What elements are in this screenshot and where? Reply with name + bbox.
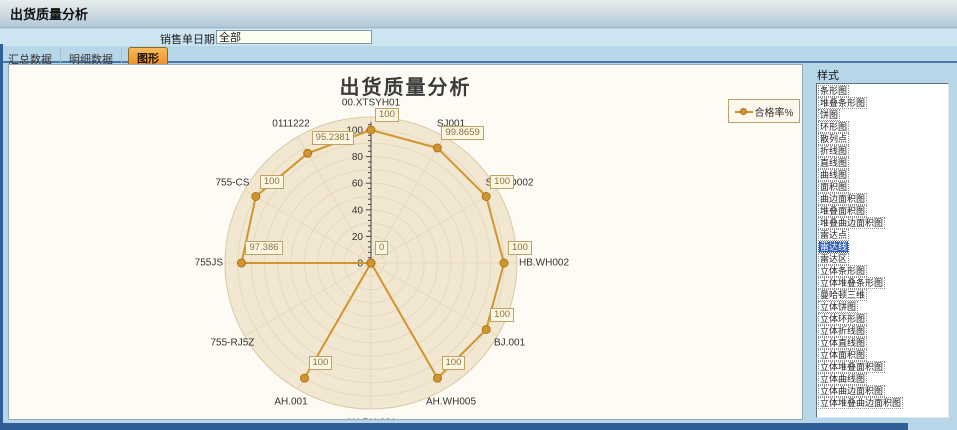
data-point: [304, 149, 312, 157]
style-list-item[interactable]: 立体堆叠条形图: [818, 277, 948, 289]
chart-style-listbox[interactable]: 条形图堆叠条形图饼图环形图散列点折线图直线图曲线图面积图曲边面积图堆叠面积图堆叠…: [816, 83, 949, 418]
style-list-item[interactable]: 饼图: [818, 109, 948, 121]
category-label: 755-RJ5Z: [210, 338, 254, 349]
window-bottom-border: [0, 423, 908, 430]
page-title: 出货质量分析: [10, 4, 88, 23]
style-list-item[interactable]: 立体条形图: [818, 265, 948, 277]
tab-summary-data[interactable]: 汇总数据: [0, 49, 61, 64]
tab-graph[interactable]: 图形: [128, 47, 168, 64]
style-list-item[interactable]: 立体饼图: [818, 301, 948, 313]
style-list-item[interactable]: 立体曲边面积图: [818, 385, 948, 397]
value-label: 100: [442, 356, 466, 370]
value-label: 100: [375, 108, 399, 122]
legend-line-dot-icon: [735, 108, 753, 115]
chart-title: 出货质量分析: [9, 71, 802, 100]
style-list-item[interactable]: 堆叠条形图: [818, 97, 948, 109]
data-point: [482, 326, 490, 334]
style-panel-title: 样式: [817, 67, 839, 83]
value-label: 97.386: [245, 241, 282, 255]
filter-bar: 销售单日期: [0, 29, 957, 46]
chart-panel: 020406080100 出货质量分析 合格率% 00.XTSYH01SJ001…: [8, 64, 803, 420]
style-list-item[interactable]: 面积图: [818, 181, 948, 193]
style-list-item[interactable]: 雷达线: [818, 241, 948, 253]
data-point: [367, 126, 375, 134]
value-label: 100: [260, 175, 284, 189]
data-point: [482, 193, 490, 201]
category-label: AH.RH.001: [346, 418, 397, 421]
style-list-item[interactable]: 环形图: [818, 121, 948, 133]
window-titlebar: 出货质量分析: [0, 0, 957, 28]
value-label: 100: [508, 241, 532, 255]
value-label: 99.8659: [441, 126, 483, 140]
style-list-item[interactable]: 立体堆叠面积图: [818, 361, 948, 373]
style-list-item[interactable]: 立体面积图: [818, 349, 948, 361]
axis-tick-label: 60: [352, 179, 364, 190]
style-list-item[interactable]: 立体堆叠曲边面积图: [818, 397, 948, 409]
category-label: HB.WH002: [519, 258, 569, 269]
category-label: AH.001: [274, 396, 307, 407]
data-point: [301, 374, 309, 382]
data-point: [500, 259, 508, 267]
category-label: 755JS: [195, 258, 223, 269]
data-point: [252, 193, 260, 201]
axis-tick-label: 40: [352, 205, 364, 216]
sales-date-label: 销售单日期: [160, 31, 215, 47]
style-list-item[interactable]: 立体曲线图: [818, 373, 948, 385]
category-label: AH.WH005: [426, 396, 476, 407]
data-point: [433, 144, 441, 152]
category-label: 0111222: [272, 119, 309, 130]
style-list-item[interactable]: 雷达点: [818, 229, 948, 241]
style-list-item[interactable]: 曼哈顿三维: [818, 289, 948, 301]
style-list-item[interactable]: 散列点: [818, 133, 948, 145]
value-label: 100: [309, 356, 333, 370]
value-label: 0: [375, 241, 388, 255]
category-label: 00.XTSYH01: [342, 98, 400, 109]
style-list-item[interactable]: 直线图: [818, 157, 948, 169]
style-list-item[interactable]: 曲线图: [818, 169, 948, 181]
style-list-item[interactable]: 折线图: [818, 145, 948, 157]
style-list-item[interactable]: 立体环形图: [818, 313, 948, 325]
style-list-item[interactable]: 立体折线图: [818, 325, 948, 337]
category-label: 755-CS: [215, 178, 249, 189]
style-list-item[interactable]: 曲边面积图: [818, 193, 948, 205]
style-list-item[interactable]: 雷达区: [818, 253, 948, 265]
window-left-border: [0, 44, 3, 430]
tab-bar: 汇总数据明细数据图形: [0, 46, 957, 63]
category-label: BJ.001: [494, 338, 525, 349]
data-point: [367, 259, 375, 267]
style-list-item[interactable]: 堆叠面积图: [818, 205, 948, 217]
chart-legend: 合格率%: [728, 99, 800, 123]
style-list-item[interactable]: 立体直线图: [818, 337, 948, 349]
value-label: 100: [490, 308, 514, 322]
style-list-item[interactable]: 条形图: [818, 85, 948, 97]
sales-date-input[interactable]: [216, 30, 372, 44]
data-point: [237, 259, 245, 267]
style-list-item[interactable]: 堆叠曲边面积图: [818, 217, 948, 229]
axis-tick-label: 20: [352, 232, 364, 243]
radar-chart: 0 20 40 60 80 100: [9, 65, 803, 420]
value-label: 95.2381: [312, 131, 354, 145]
axis-tick-label: 80: [352, 152, 364, 163]
tab-detail-data[interactable]: 明细数据: [61, 49, 122, 64]
value-label: 100: [490, 175, 514, 189]
legend-label: 合格率%: [755, 104, 794, 119]
data-point: [434, 374, 442, 382]
